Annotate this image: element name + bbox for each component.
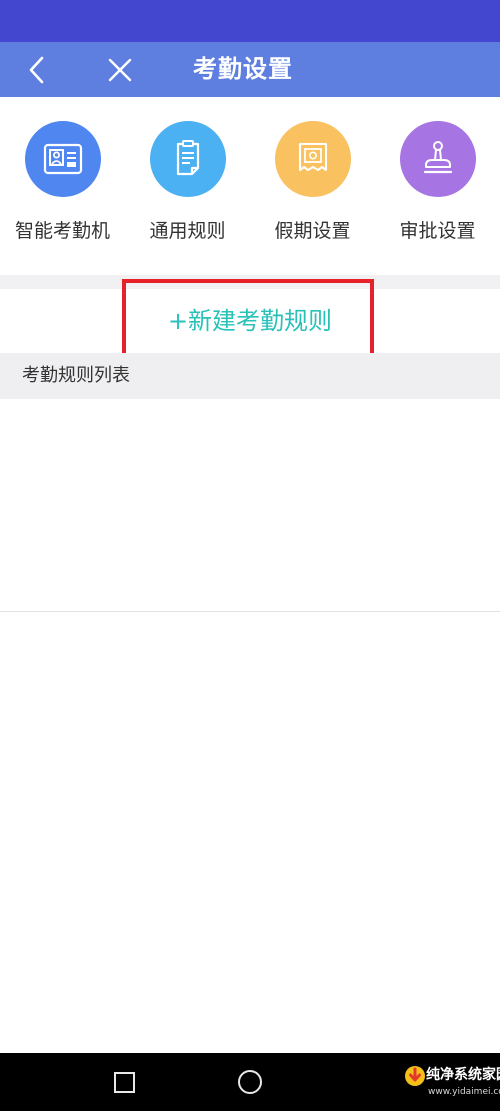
feature-label: 审批设置 <box>399 220 476 242</box>
feature-grid: 智能考勤机 通用规则 假期设置 审批设置 <box>0 97 500 275</box>
rules-list-title: 考勤规则列表 <box>22 365 130 386</box>
feature-label: 通用规则 <box>149 220 226 242</box>
page-title: 考勤设置 <box>0 42 500 97</box>
rules-list <box>0 399 500 611</box>
stamp-icon <box>423 141 452 174</box>
watermark-logo-icon <box>405 1066 425 1086</box>
list-divider <box>0 611 500 612</box>
feature-label: 智能考勤机 <box>14 220 110 242</box>
new-rule-section: +新建考勤规则 <box>0 289 500 353</box>
holiday-calendar-icon <box>298 142 327 172</box>
section-divider <box>0 275 500 289</box>
close-icon <box>108 58 132 82</box>
new-attendance-rule-button[interactable]: +新建考勤规则 <box>0 289 500 353</box>
feature-approval-settings[interactable]: 审批设置 <box>375 121 500 251</box>
status-bar <box>0 0 500 42</box>
rules-list-header: 考勤规则列表 <box>0 353 500 399</box>
close-button[interactable] <box>104 54 136 86</box>
page-title-text: 考勤设置 <box>193 55 293 83</box>
general-rules-circle <box>149 121 226 197</box>
holiday-settings-circle <box>274 121 351 197</box>
watermark-text: 纯净系统家园 <box>426 1067 500 1083</box>
attendance-machine-circle <box>24 121 101 197</box>
circle-icon[interactable] <box>238 1070 262 1094</box>
feature-attendance-machine[interactable]: 智能考勤机 <box>0 121 125 251</box>
watermark: 纯净系统家园 www.yidaimei.com <box>404 1056 500 1108</box>
back-button[interactable] <box>22 54 54 86</box>
chevron-left-icon <box>29 56 44 84</box>
watermark-url: www.yidaimei.com <box>428 1087 500 1097</box>
approval-settings-circle <box>399 121 476 197</box>
feature-general-rules[interactable]: 通用规则 <box>125 121 250 251</box>
clipboard-icon <box>176 140 199 176</box>
feature-label: 假期设置 <box>274 220 351 242</box>
attendance-machine-icon <box>43 143 82 175</box>
attendance-settings-screen: 考勤设置 智能考勤机 通用规则 假期设置 审批设置 +新建考勤规则 考勤规则列表… <box>0 0 500 1111</box>
nav-bar: 考勤设置 <box>0 42 500 97</box>
system-nav-bar: 纯净系统家园 www.yidaimei.com <box>0 1053 500 1111</box>
square-icon[interactable] <box>114 1072 135 1093</box>
feature-holiday-settings[interactable]: 假期设置 <box>250 121 375 251</box>
